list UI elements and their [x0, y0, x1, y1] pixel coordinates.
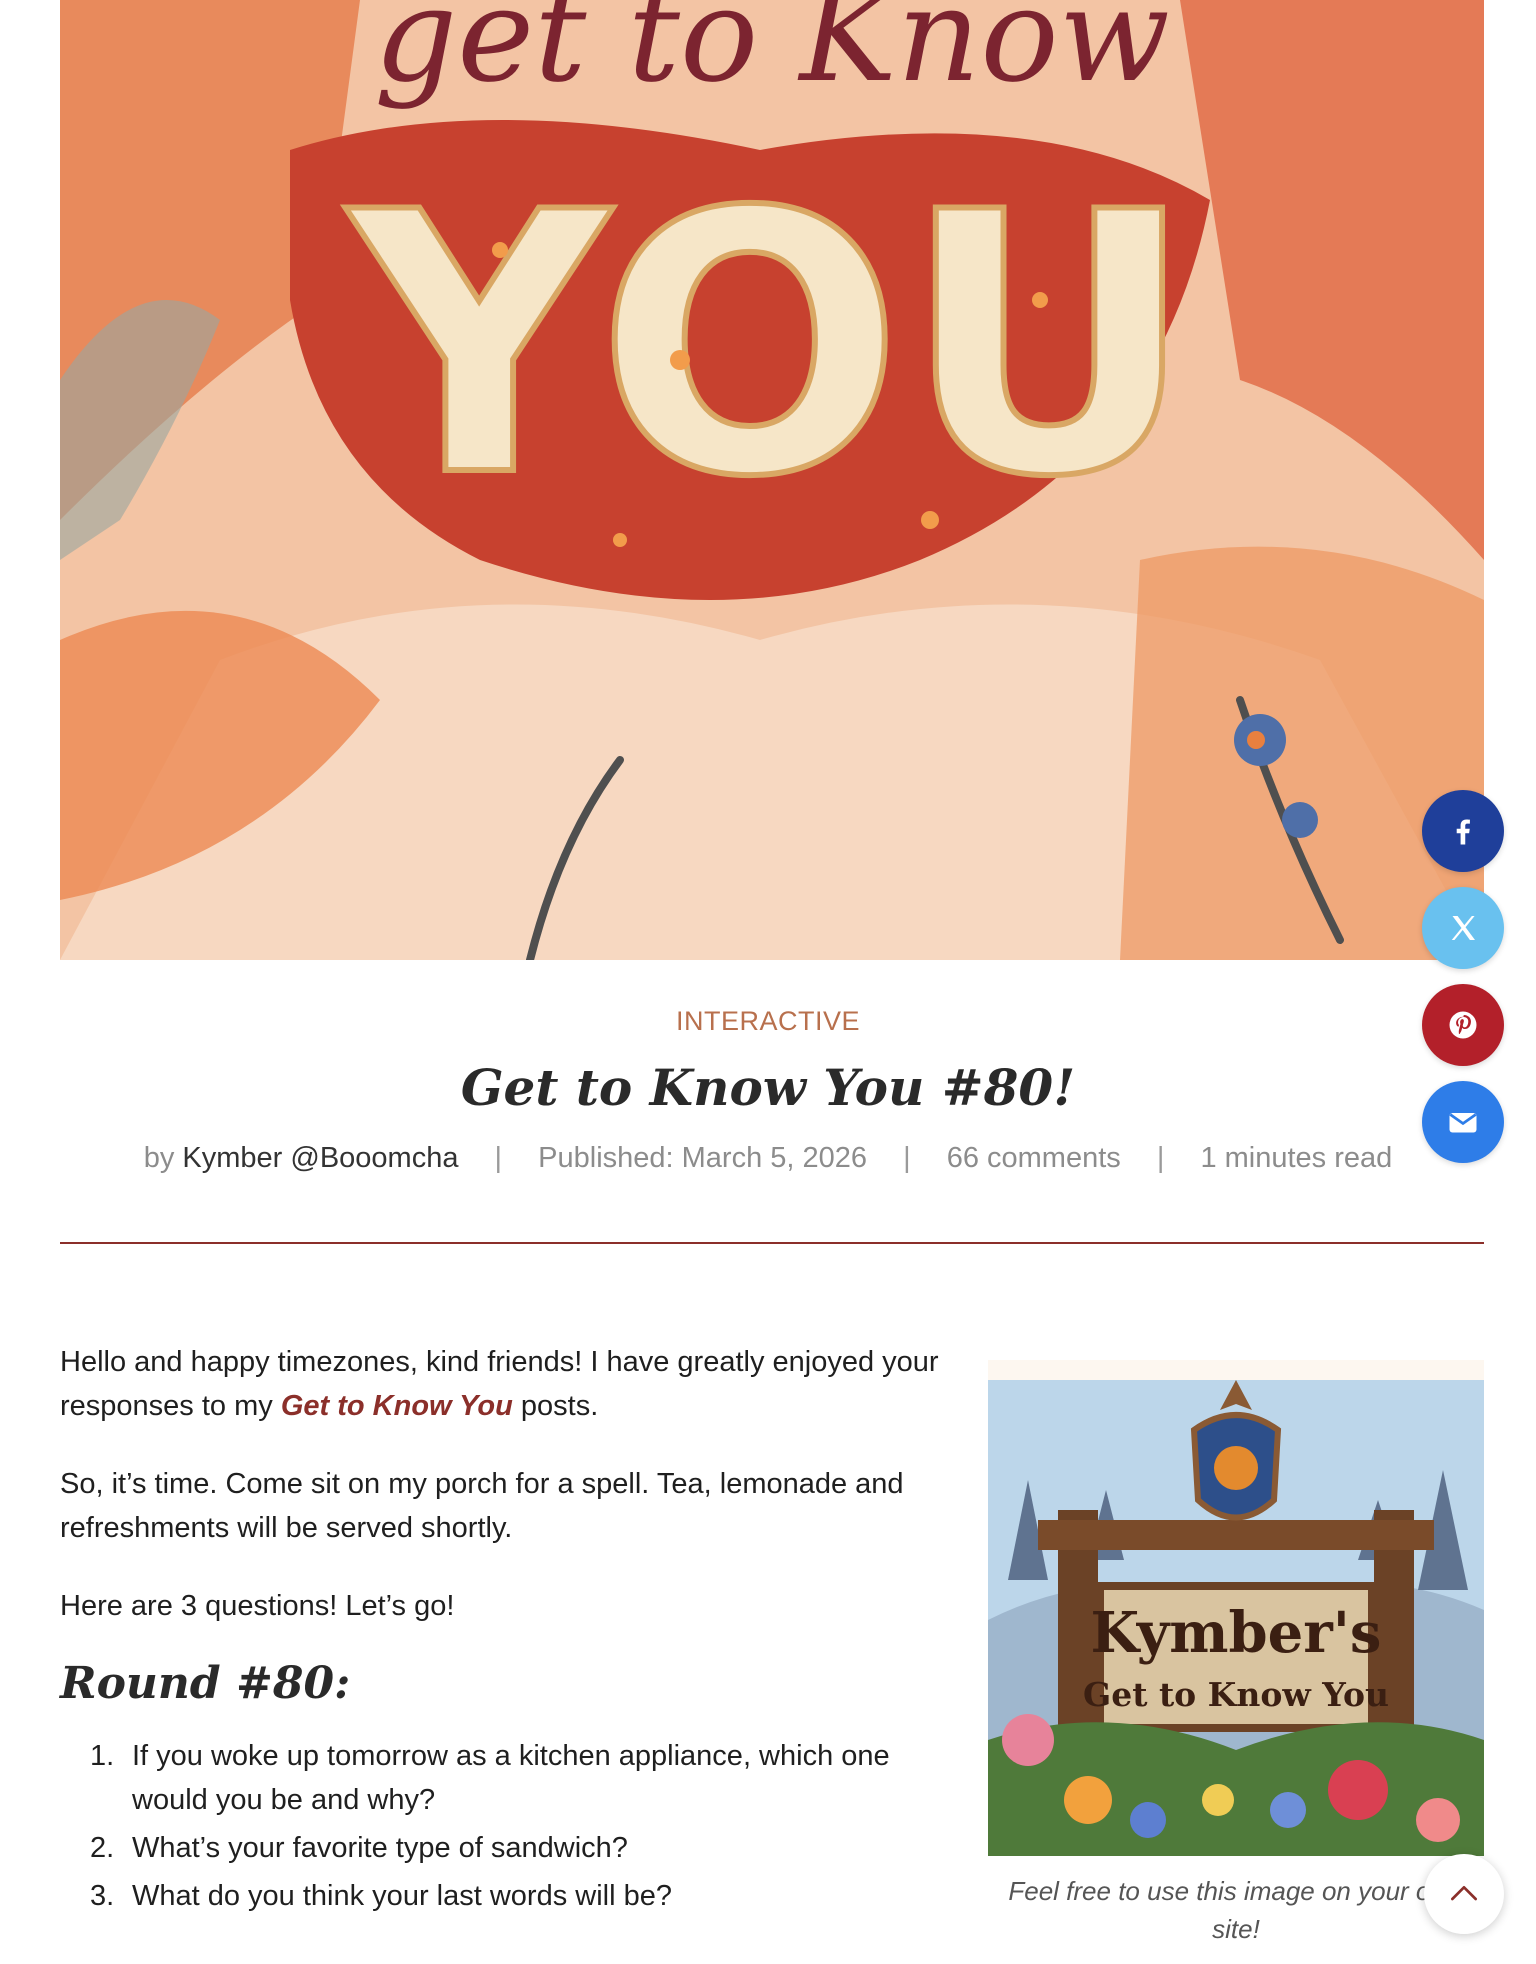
- question-number: 1.: [90, 1740, 115, 1772]
- get-to-know-you-link[interactable]: Get to Know You: [281, 1390, 513, 1422]
- share-x-button[interactable]: [1422, 887, 1504, 969]
- header-divider: [60, 1242, 1484, 1244]
- read-time: 1 minutes read: [1200, 1142, 1393, 1174]
- post-meta: by Kymber @Booomcha | Published: March 5…: [0, 1142, 1536, 1175]
- author-link[interactable]: Kymber @Booomcha: [182, 1142, 458, 1174]
- x-twitter-icon: [1451, 916, 1475, 940]
- comments-link[interactable]: 66 comments: [947, 1142, 1121, 1174]
- sign-title: Kymber's: [1091, 1600, 1382, 1666]
- list-item: 3. What do you think your last words will…: [60, 1874, 960, 1918]
- questions-intro: Here are 3 questions! Let’s go!: [60, 1590, 455, 1622]
- question-text: If you woke up tomorrow as a kitchen app…: [132, 1740, 890, 1816]
- back-to-top-button[interactable]: [1424, 1854, 1504, 1934]
- question-number: 3.: [90, 1880, 115, 1912]
- list-item: 1. If you woke up tomorrow as a kitchen a…: [60, 1734, 960, 1822]
- round-heading: Round #80:: [60, 1658, 351, 1709]
- meta-separator: |: [903, 1142, 911, 1174]
- facebook-icon: [1456, 819, 1470, 845]
- post-body: Hello and happy timezones, kind friends!…: [60, 1340, 960, 1922]
- chevron-up-icon: [1451, 1886, 1477, 1901]
- question-text: What do you think your last words will b…: [132, 1880, 672, 1912]
- side-figure: Kymber's Get to Know You Feel free to us…: [988, 1360, 1484, 1948]
- by-prefix: by: [143, 1142, 175, 1174]
- meta-separator: |: [1156, 1142, 1165, 1174]
- post-title: Get to Know You #80!: [460, 1058, 1076, 1117]
- question-number: 2.: [90, 1832, 115, 1864]
- published-date: Published: March 5, 2026: [538, 1142, 868, 1174]
- hero-headline-big: YOU: [343, 136, 1195, 555]
- sign-subtitle: Get to Know You: [1083, 1675, 1389, 1714]
- intro-paragraph: Hello and happy timezones, kind friends!…: [60, 1340, 960, 1428]
- question-text: What’s your favorite type of sandwich?: [132, 1832, 628, 1864]
- porch-paragraph: So, it’s time. Come sit on my porch for …: [60, 1468, 904, 1544]
- hero-headline-top: get to Know: [374, 0, 1170, 111]
- image-caption: Feel free to use this image on your own …: [1008, 1876, 1464, 1944]
- meta-separator: |: [494, 1142, 503, 1174]
- kymbers-sign-image: Kymber's Get to Know You: [988, 1360, 1484, 1856]
- intro-text-end: posts.: [512, 1390, 599, 1422]
- post-category[interactable]: INTERACTIVE: [0, 1006, 1536, 1037]
- question-list: 1. If you woke up tomorrow as a kitchen a…: [60, 1734, 960, 1918]
- share-bar: [1422, 790, 1504, 1178]
- share-facebook-button[interactable]: [1422, 790, 1504, 872]
- hero-image: get to Know YOU: [60, 0, 1484, 960]
- list-item: 2. What’s your favorite type of sandwich?: [60, 1826, 960, 1870]
